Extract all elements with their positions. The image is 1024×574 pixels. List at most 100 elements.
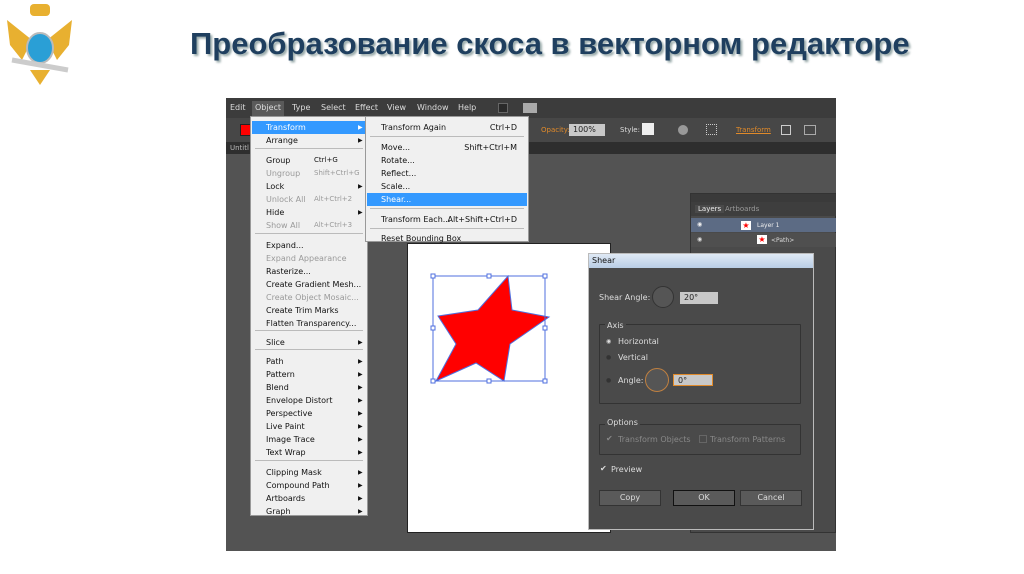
path-name[interactable]: <Path> <box>771 237 794 244</box>
object-menu-item[interactable]: Show All Alt+Ctrl+3 <box>252 219 366 232</box>
preview-label[interactable]: Preview <box>611 465 642 474</box>
transform-objects-label[interactable]: Transform Objects <box>618 435 691 444</box>
transform-menu-item[interactable]: Transform Again Ctrl+D <box>367 121 527 134</box>
transform-menu-item[interactable]: Rotate... <box>367 154 527 167</box>
object-menu-item[interactable]: Group Ctrl+G <box>252 154 366 167</box>
recolor-icon[interactable] <box>678 125 688 135</box>
menu-shortcut: Shift+Ctrl+G <box>314 169 360 177</box>
object-menu-item[interactable]: Clipping Mask ▶ <box>252 466 366 479</box>
object-menu-item[interactable]: Perspective ▶ <box>252 407 366 420</box>
object-menu-item[interactable]: Envelope Distort ▶ <box>252 394 366 407</box>
menu-separator <box>370 208 524 209</box>
menu-object[interactable]: Object <box>252 101 285 116</box>
menu-separator <box>255 233 363 234</box>
eye-icon[interactable]: ◉ <box>697 221 702 228</box>
submenu-arrow-icon: ▶ <box>358 482 363 489</box>
align-icon[interactable] <box>706 124 717 135</box>
eye-icon[interactable]: ◉ <box>697 236 702 243</box>
menu-item-label: Text Wrap <box>266 448 306 457</box>
axis-angle-dial[interactable] <box>645 368 669 392</box>
transform-patterns-label[interactable]: Transform Patterns <box>710 435 785 444</box>
transform-menu-item[interactable]: Shear... <box>367 193 527 206</box>
radio-vertical[interactable]: ● <box>606 354 611 361</box>
bridge-icon[interactable] <box>498 103 508 113</box>
shear-angle-input[interactable]: 20° <box>680 292 718 304</box>
menu-item-label: Blend <box>266 383 289 392</box>
shear-angle-dial[interactable] <box>652 286 674 308</box>
copy-button[interactable]: Copy <box>599 490 661 506</box>
menu-view[interactable]: View <box>387 103 406 112</box>
submenu-arrow-icon: ▶ <box>358 384 363 391</box>
layer-row[interactable]: ◉ ★ Layer 1 <box>691 218 836 232</box>
ok-button[interactable]: OK <box>673 490 735 506</box>
opacity-label[interactable]: Opacity: <box>541 126 570 134</box>
menu-separator <box>370 136 524 137</box>
object-menu-item[interactable]: Arrange ▶ <box>252 134 366 147</box>
menu-item-label: Clipping Mask <box>266 468 322 477</box>
menu-window[interactable]: Window <box>417 103 449 112</box>
tab-layers[interactable]: Layers <box>695 205 725 213</box>
workspace-icon[interactable] <box>523 103 537 113</box>
horizontal-label[interactable]: Horizontal <box>618 337 659 346</box>
object-menu-item[interactable]: Create Gradient Mesh... <box>252 278 366 291</box>
menu-separator <box>255 330 363 331</box>
transform-menu-item[interactable]: Scale... <box>367 180 527 193</box>
radio-angle[interactable]: ● <box>606 377 611 384</box>
menu-select[interactable]: Select <box>321 103 346 112</box>
object-menu-item[interactable]: Blend ▶ <box>252 381 366 394</box>
object-menu-item[interactable]: Image Trace ▶ <box>252 433 366 446</box>
object-menu-item[interactable]: Slice ▶ <box>252 336 366 349</box>
vertical-label[interactable]: Vertical <box>618 353 648 362</box>
opacity-input[interactable]: 100% <box>569 124 605 136</box>
menu-item-label: Slice <box>266 338 285 347</box>
transform-menu-item[interactable]: Reset Bounding Box <box>367 232 527 245</box>
object-menu-item[interactable]: Expand... <box>252 239 366 252</box>
object-menu-item[interactable]: Artboards ▶ <box>252 492 366 505</box>
menu-item-label: Group <box>266 156 291 165</box>
object-menu-item[interactable]: Create Trim Marks <box>252 304 366 317</box>
layer-name[interactable]: Layer 1 <box>757 222 779 229</box>
transform-link[interactable]: Transform <box>736 126 771 134</box>
transform-patterns-checkbox[interactable] <box>699 435 707 443</box>
artboard[interactable] <box>407 243 611 533</box>
path-row[interactable]: ◉ ★ <Path> <box>691 233 836 247</box>
object-menu-item[interactable]: Hide ▶ <box>252 206 366 219</box>
object-menu-item[interactable]: Live Paint ▶ <box>252 420 366 433</box>
object-menu-item[interactable]: Graph ▶ <box>252 505 366 518</box>
object-menu-item[interactable]: Flatten Transparency... <box>252 317 366 330</box>
object-menu-item[interactable]: Expand Appearance <box>252 252 366 265</box>
style-swatch[interactable] <box>642 123 654 135</box>
cancel-button[interactable]: Cancel <box>740 490 802 506</box>
object-menu-item[interactable]: Ungroup Shift+Ctrl+G <box>252 167 366 180</box>
menu-separator <box>255 460 363 461</box>
transform-objects-checkbox[interactable]: ✔ <box>606 434 613 443</box>
object-menu-item[interactable]: Rasterize... <box>252 265 366 278</box>
isolate-icon[interactable] <box>781 125 791 135</box>
transform-menu-item[interactable]: Transform Each... Alt+Shift+Ctrl+D <box>367 213 527 226</box>
transform-menu-item[interactable]: Reflect... <box>367 167 527 180</box>
radio-horizontal[interactable]: ◉ <box>606 338 611 345</box>
arrange-icon[interactable] <box>804 125 816 135</box>
object-menu-item[interactable]: Compound Path ▶ <box>252 479 366 492</box>
object-menu-item[interactable]: Create Object Mosaic... <box>252 291 366 304</box>
object-menu-item[interactable]: Text Wrap ▶ <box>252 446 366 459</box>
menu-edit[interactable]: Edit <box>230 103 246 112</box>
object-menu-item[interactable]: Unlock All Alt+Ctrl+2 <box>252 193 366 206</box>
menu-type[interactable]: Type <box>292 103 310 112</box>
object-menu-item[interactable]: Lock ▶ <box>252 180 366 193</box>
object-menu-item[interactable]: Transform ▶ <box>252 121 366 134</box>
object-menu-item[interactable]: Path ▶ <box>252 355 366 368</box>
tab-artboards[interactable]: Artboards <box>725 205 759 213</box>
angle-label[interactable]: Angle: <box>618 376 643 385</box>
menu-item-label: Envelope Distort <box>266 396 333 405</box>
star-shape[interactable] <box>434 274 551 383</box>
object-menu-item[interactable]: Pattern ▶ <box>252 368 366 381</box>
menu-help[interactable]: Help <box>458 103 476 112</box>
transform-menu-item[interactable]: Move... Shift+Ctrl+M <box>367 141 527 154</box>
shear-dialog: Shear Shear Angle: 20° Axis ◉ Horizontal… <box>588 253 814 530</box>
illustrator-screenshot: Edit Object Type Select Effect View Wind… <box>226 98 836 551</box>
preview-checkbox[interactable]: ✔ <box>600 464 607 473</box>
axis-angle-input[interactable]: 0° <box>673 374 713 386</box>
menu-effect[interactable]: Effect <box>355 103 378 112</box>
document-tab[interactable]: Untitl <box>230 144 249 152</box>
